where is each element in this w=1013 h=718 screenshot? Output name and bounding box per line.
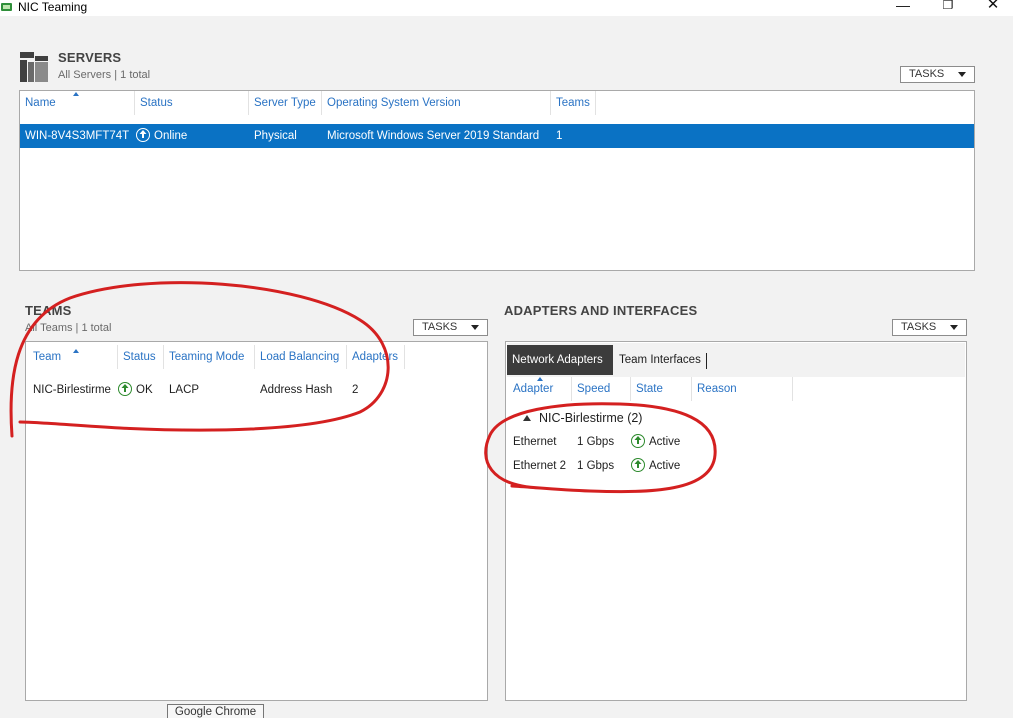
tasks-label: TASKS — [422, 321, 458, 333]
sort-ascending-icon — [73, 349, 79, 353]
server-status-cell: Online — [131, 124, 249, 148]
servers-grid[interactable]: Name Status Server Type Operating System… — [19, 90, 975, 271]
table-row[interactable]: NIC-Birlestirme OK LACP Address Hash 2 — [28, 378, 487, 402]
column-header-teams[interactable]: Teams — [551, 91, 596, 115]
column-header-status[interactable]: Status — [118, 345, 164, 369]
table-row[interactable]: Ethernet 1 Gbps Active — [508, 430, 808, 454]
column-header-os-version[interactable]: Operating System Version — [322, 91, 551, 115]
teams-grid-header: Team Status Teaming Mode Load Balancing … — [26, 345, 487, 369]
server-stack-icon — [20, 52, 48, 82]
tab-network-adapters[interactable]: Network Adapters — [507, 345, 613, 375]
sort-ascending-icon — [537, 377, 543, 381]
teams-section-subtitle: All Teams | 1 total — [25, 322, 112, 334]
servers-grid-header: Name Status Server Type Operating System… — [20, 91, 974, 115]
title-bar: NIC Teaming — ❐ ✕ — [0, 0, 1013, 16]
minimize-button[interactable]: — — [888, 0, 918, 14]
team-status-text: OK — [136, 384, 153, 396]
tab-team-interfaces[interactable]: Team Interfaces — [614, 345, 706, 375]
column-header-adapters[interactable]: Adapters — [347, 345, 405, 369]
team-name-cell: NIC-Birlestirme — [33, 384, 111, 396]
tasks-label: TASKS — [901, 321, 937, 333]
tasks-label: TASKS — [909, 68, 945, 80]
caret-down-icon — [958, 72, 966, 77]
adapters-section-title: ADAPTERS AND INTERFACES — [504, 303, 698, 318]
servers-section-title: SERVERS — [58, 50, 122, 65]
teams-section-title: TEAMS — [25, 303, 72, 318]
column-header-reason[interactable]: Reason — [692, 377, 793, 401]
caret-down-icon — [950, 325, 958, 330]
servers-tasks-button[interactable]: TASKS — [900, 66, 975, 83]
column-header-teaming-mode[interactable]: Teaming Mode — [164, 345, 255, 369]
server-status-text: Online — [154, 130, 188, 142]
servers-section-subtitle: All Servers | 1 total — [58, 69, 151, 81]
column-header-load-balancing[interactable]: Load Balancing — [255, 345, 347, 369]
team-group-header[interactable]: NIC-Birlestirme (2) — [523, 411, 642, 425]
column-header-state[interactable]: State — [631, 377, 692, 401]
adapters-panel: Network Adapters Team Interfaces Adapter… — [505, 341, 967, 701]
teams-count-cell: 1 — [556, 130, 563, 142]
column-header-speed[interactable]: Speed — [572, 377, 631, 401]
tab-divider — [706, 353, 707, 369]
adapters-tasks-button[interactable]: TASKS — [892, 319, 967, 336]
teaming-mode-cell: LACP — [169, 384, 200, 396]
column-header-server-type[interactable]: Server Type — [249, 91, 322, 115]
sort-ascending-icon — [73, 92, 79, 96]
os-version-cell: Microsoft Windows Server 2019 Standard — [327, 130, 540, 142]
load-balancing-cell: Address Hash — [260, 384, 333, 396]
adapter-speed-cell: 1 Gbps — [577, 436, 615, 448]
arrow-up-circle-icon — [631, 457, 645, 472]
adapters-count-cell: 2 — [352, 384, 359, 396]
arrow-up-circle-icon — [136, 127, 150, 142]
team-group-label: NIC-Birlestirme (2) — [539, 411, 643, 425]
adapter-state-cell: Active — [626, 430, 706, 454]
table-row[interactable]: WIN-8V4S3MFT74T Online Physical Microsof… — [20, 124, 974, 148]
adapter-state-text: Active — [649, 436, 681, 448]
window-title: NIC Teaming — [18, 0, 88, 14]
adapters-tab-strip: Network Adapters Team Interfaces — [507, 343, 965, 377]
adapter-speed-cell: 1 Gbps — [577, 460, 615, 472]
adapters-grid-header: Adapter Speed State Reason — [506, 377, 966, 401]
server-type-cell: Physical — [254, 130, 297, 142]
table-row[interactable]: Ethernet 2 1 Gbps Active — [508, 454, 808, 478]
restore-button[interactable]: ❐ — [933, 0, 963, 14]
adapter-name-cell: Ethernet 2 — [513, 460, 567, 472]
teams-tasks-button[interactable]: TASKS — [413, 319, 488, 336]
adapter-name-cell: Ethernet — [513, 436, 557, 448]
adapter-state-cell: Active — [626, 454, 706, 478]
close-button[interactable]: ✕ — [978, 0, 1008, 14]
teams-grid[interactable]: Team Status Teaming Mode Load Balancing … — [25, 341, 488, 701]
server-name-cell: WIN-8V4S3MFT74T — [25, 130, 130, 142]
arrow-up-circle-icon — [118, 381, 132, 396]
caret-down-icon — [471, 325, 479, 330]
collapse-triangle-icon[interactable] — [523, 414, 531, 421]
adapter-state-text: Active — [649, 460, 681, 472]
nic-teaming-app-icon — [1, 3, 12, 11]
arrow-up-circle-icon — [631, 433, 645, 448]
column-header-status[interactable]: Status — [135, 91, 249, 115]
taskbar-tooltip: Google Chrome — [167, 704, 264, 718]
team-status-cell: OK — [113, 378, 163, 402]
